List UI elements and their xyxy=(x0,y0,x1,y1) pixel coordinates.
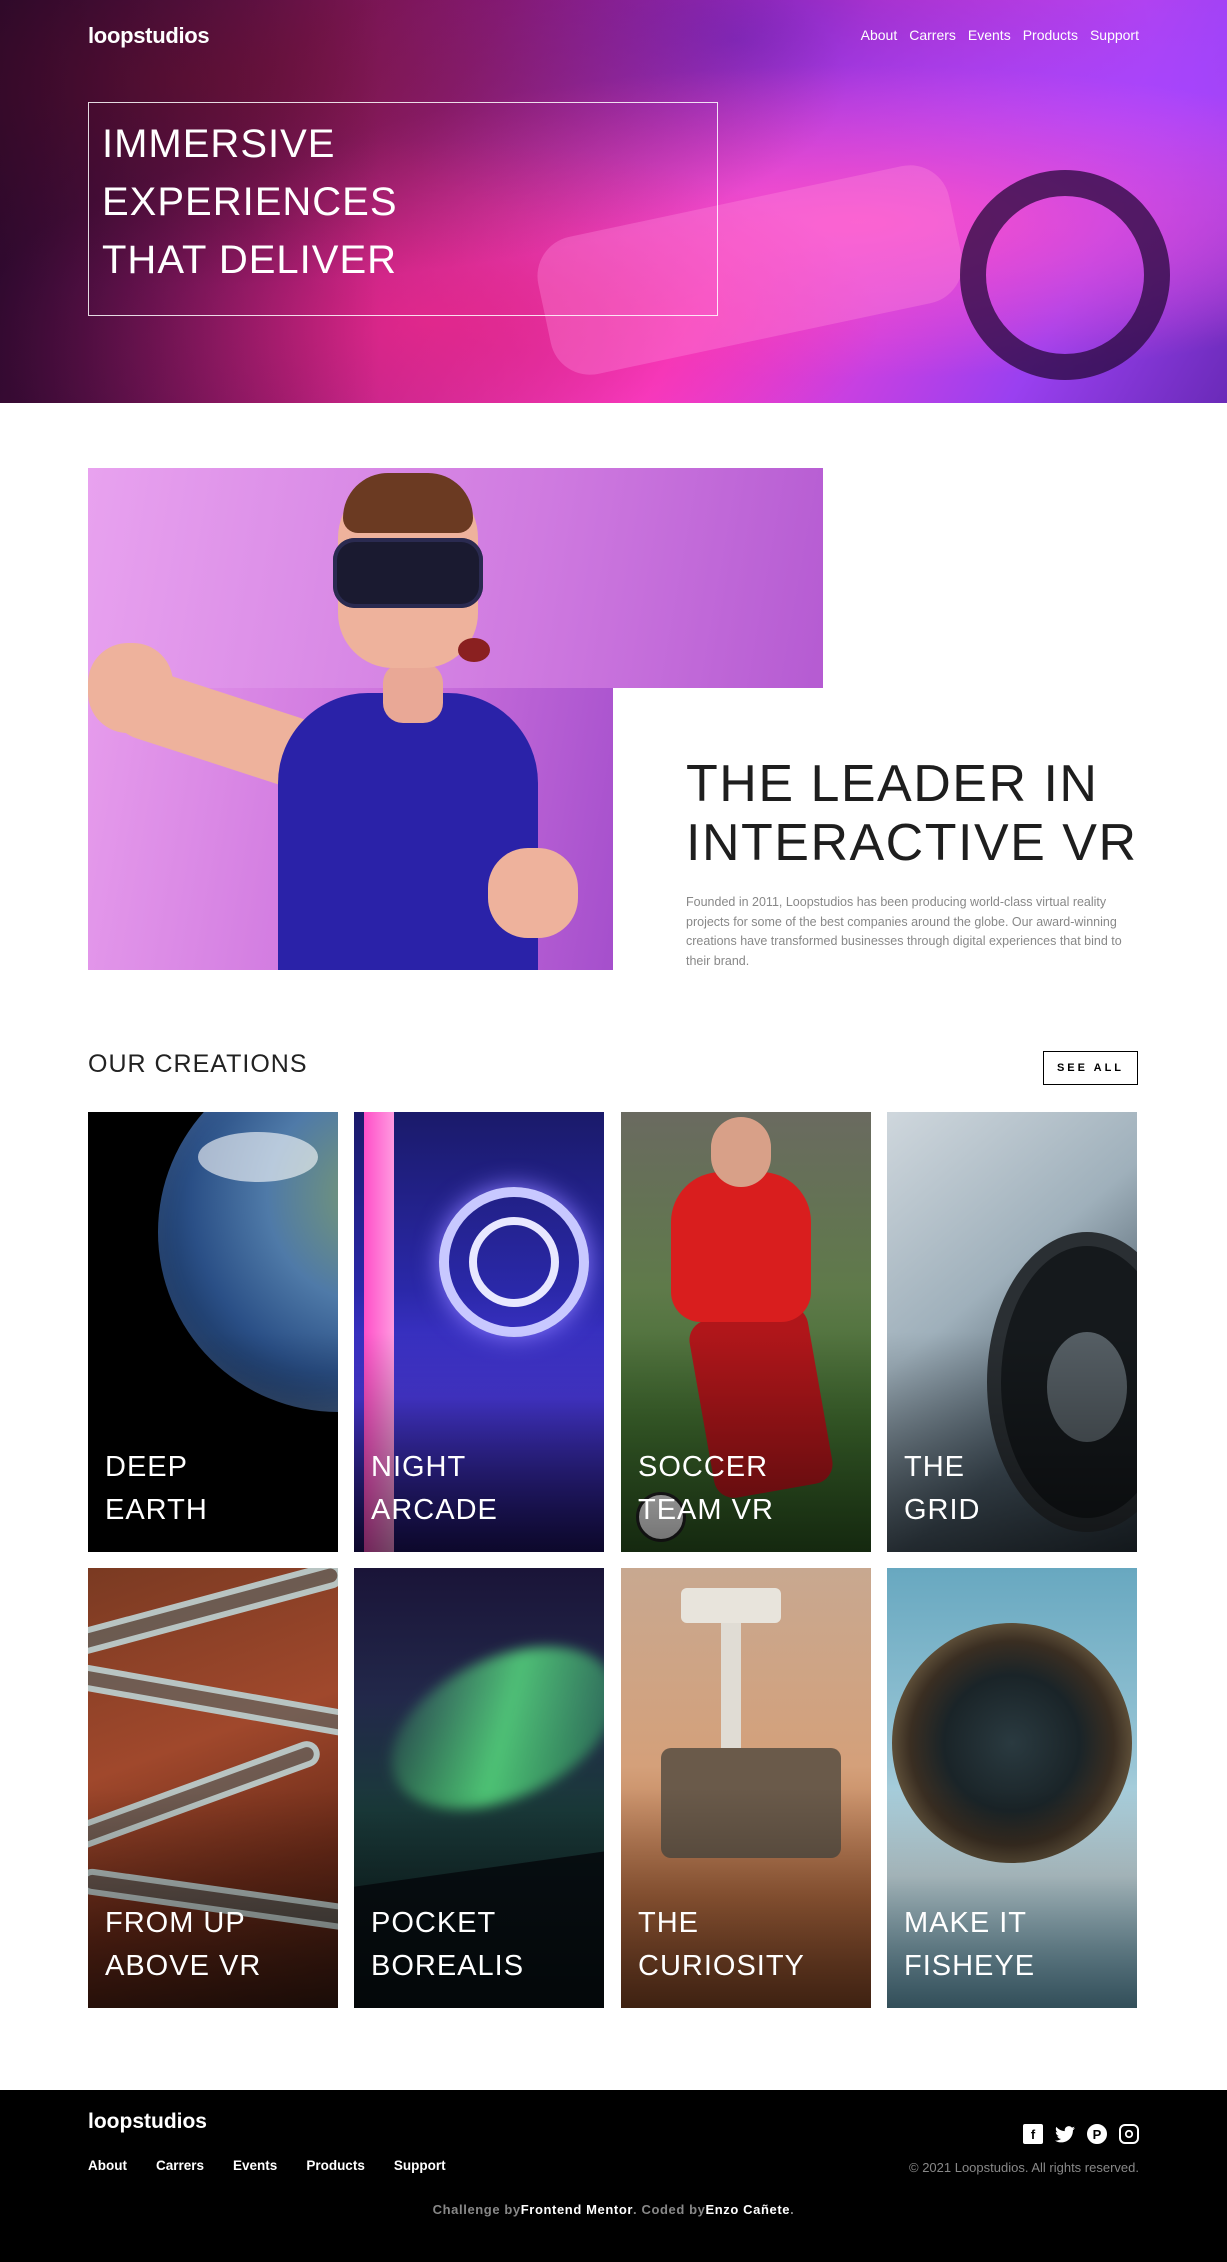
pinterest-icon[interactable]: P xyxy=(1087,2124,1107,2144)
card-label: SOCCER TEAM VR xyxy=(638,1451,774,1526)
hero-section: loopstudios About Carrers Events Product… xyxy=(0,0,1227,403)
creations-title: OUR CREATIONS xyxy=(88,1050,308,1078)
card-label: MAKE IT FISHEYE xyxy=(904,1907,1036,1982)
hero-line-3: THAT DELIVER xyxy=(102,238,398,282)
creation-card-deep-earth[interactable]: DEEP EARTH xyxy=(88,1112,338,1552)
creation-card-the-grid[interactable]: THE GRID xyxy=(887,1112,1137,1552)
card-label: DEEP EARTH xyxy=(105,1451,208,1526)
hero-heading-box: IMMERSIVE EXPERIENCES THAT DELIVER xyxy=(88,102,718,316)
creation-card-pocket-borealis[interactable]: POCKET BOREALIS xyxy=(354,1568,604,2008)
facebook-icon[interactable]: f xyxy=(1023,2124,1043,2144)
card-label: POCKET BOREALIS xyxy=(371,1907,525,1982)
nav-about[interactable]: About xyxy=(861,27,898,43)
footer-nav-support[interactable]: Support xyxy=(394,2158,446,2173)
nav-support[interactable]: Support xyxy=(1090,27,1139,43)
twitter-icon[interactable] xyxy=(1055,2124,1075,2144)
hero-line-2: EXPERIENCES xyxy=(102,180,398,224)
leader-title: THE LEADER IN INTERACTIVE VR xyxy=(686,755,1138,872)
vr-headset-icon xyxy=(333,538,483,608)
instagram-icon[interactable] xyxy=(1119,2124,1139,2144)
nav-products[interactable]: Products xyxy=(1023,27,1078,43)
hero-line-1: IMMERSIVE xyxy=(102,122,336,166)
footer-nav-products[interactable]: Products xyxy=(306,2158,365,2173)
footer-nav-carrers[interactable]: Carrers xyxy=(156,2158,204,2173)
footer-logo[interactable]: loopstudios xyxy=(88,2110,207,2134)
nav-events[interactable]: Events xyxy=(968,27,1011,43)
copyright: © 2021 Loopstudios. All rights reserved. xyxy=(909,2160,1139,2175)
footer-nav-events[interactable]: Events xyxy=(233,2158,277,2173)
nav-carrers[interactable]: Carrers xyxy=(909,27,956,43)
see-all-button[interactable]: SEE ALL xyxy=(1043,1051,1138,1085)
main-nav: About Carrers Events Products Support xyxy=(849,27,1139,43)
attribution-link-frontend-mentor[interactable]: Frontend Mentor xyxy=(521,2202,633,2217)
creation-card-night-arcade[interactable]: NIGHT ARCADE xyxy=(354,1112,604,1552)
creation-card-soccer-team-vr[interactable]: SOCCER TEAM VR xyxy=(621,1112,871,1552)
card-label: NIGHT ARCADE xyxy=(371,1451,498,1526)
creation-card-from-up-above-vr[interactable]: FROM UP ABOVE VR xyxy=(88,1568,338,2008)
leader-text: Founded in 2011, Loopstudios has been pr… xyxy=(686,895,1122,968)
attribution: Challenge byFrontend Mentor. Coded byEnz… xyxy=(432,2202,795,2217)
footer-nav-about[interactable]: About xyxy=(88,2158,127,2173)
creation-card-make-it-fisheye[interactable]: MAKE IT FISHEYE xyxy=(887,1568,1137,2008)
social-links: f P xyxy=(1023,2124,1139,2144)
creation-card-the-curiosity[interactable]: THE CURIOSITY xyxy=(621,1568,871,2008)
footer: loopstudios About Carrers Events Product… xyxy=(0,2090,1227,2262)
card-label: THE GRID xyxy=(904,1451,981,1526)
attribution-link-author[interactable]: Enzo Cañete xyxy=(705,2202,790,2217)
card-label: FROM UP ABOVE VR xyxy=(105,1907,262,1982)
card-label: THE CURIOSITY xyxy=(638,1907,805,1982)
logo[interactable]: loopstudios xyxy=(88,23,210,49)
footer-nav: About Carrers Events Products Support xyxy=(88,2158,475,2173)
